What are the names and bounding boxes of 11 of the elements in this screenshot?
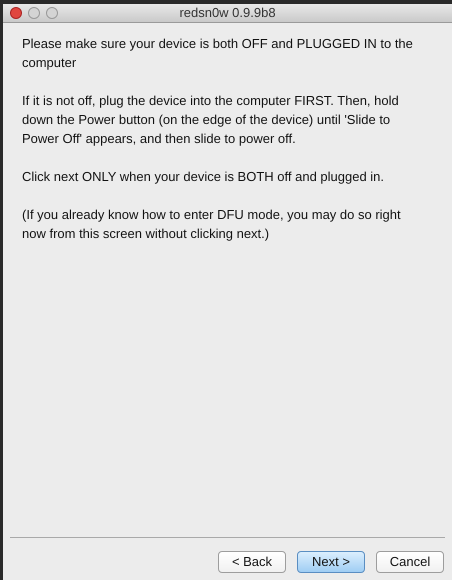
instruction-text: Please make sure your device is both OFF and PLUGGED IN to the computer	[22, 35, 414, 72]
zoom-button[interactable]	[46, 7, 58, 19]
back-button[interactable]: < Back	[218, 551, 286, 573]
instruction-text: If it is not off, plug the device into the computer FIRST. Then, hold down the Power button (on the edge of the device) until 'Slide to Power Off' appears, and then slide to power off.	[22, 92, 400, 148]
cancel-button[interactable]: Cancel	[376, 551, 444, 573]
window-title: redsn0w 0.9.9b8	[179, 5, 276, 20]
minimize-button[interactable]	[28, 7, 40, 19]
instruction-text: Click next ONLY when your device is BOTH off and plugged in.	[22, 168, 386, 186]
instruction-text: (If you already know how to enter DFU mode, you may do so right now from this screen without clicking next.)	[22, 206, 402, 243]
close-button[interactable]	[10, 7, 22, 19]
next-button[interactable]: Next >	[297, 551, 365, 573]
